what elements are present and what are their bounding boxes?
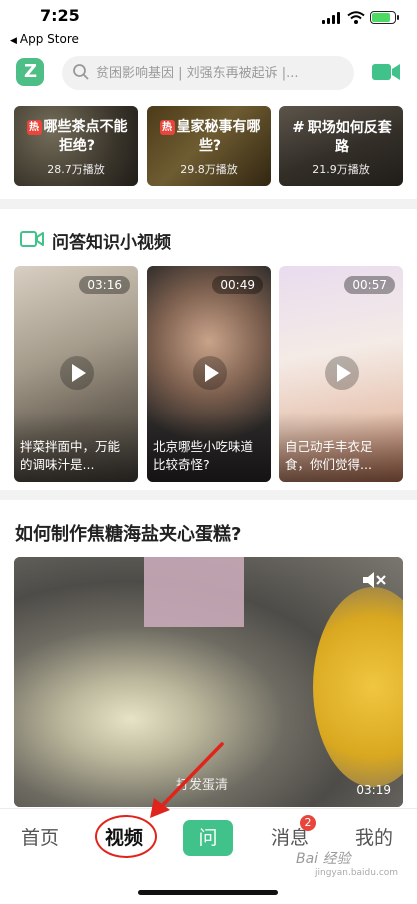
article-title[interactable]: 如何制作焦糖海盐夹心蛋糕? (15, 520, 241, 546)
video-duration: 03:19 (356, 783, 391, 797)
hot-topic-text: 职场如何反套路 (307, 120, 392, 155)
play-count: 28.7万播放 (47, 163, 105, 176)
annotation-arrow-icon (150, 742, 224, 818)
hashtag-icon: # (292, 118, 305, 136)
hot-topic-title: 热哪些茶点不能拒绝? (22, 118, 132, 156)
play-count: 21.9万播放 (312, 163, 370, 176)
video-camera-outline-icon (20, 231, 44, 247)
tab-me[interactable]: 我的 (355, 823, 393, 850)
hot-topic-card[interactable]: 热皇家秘事有哪些? 29.8万播放 (147, 106, 271, 186)
mute-icon[interactable] (361, 569, 387, 591)
short-video-card[interactable]: 00:49 北京哪些小吃味道比较奇怪? (147, 266, 271, 482)
play-icon[interactable] (60, 356, 94, 390)
hot-topic-title: # 职场如何反套路 (287, 118, 397, 157)
tab-home[interactable]: 首页 (21, 823, 59, 850)
back-app-label: App Store (19, 32, 79, 46)
video-duration: 00:49 (212, 276, 263, 294)
hot-badge: 热 (159, 120, 175, 135)
video-duration: 03:16 (79, 276, 130, 294)
signal-icon (322, 12, 342, 24)
back-triangle-icon: ◀ (10, 36, 17, 46)
hot-badge: 热 (26, 120, 42, 135)
search-icon (73, 64, 89, 80)
section-title: 问答知识小视频 (52, 233, 171, 253)
battery-icon (370, 11, 399, 24)
video-caption: 拌菜拌面中，万能的调味汁是... (20, 439, 121, 472)
hot-topic-card[interactable]: 热哪些茶点不能拒绝? 28.7万播放 (14, 106, 138, 186)
short-video-card[interactable]: 03:16 拌菜拌面中，万能的调味汁是... (14, 266, 138, 482)
play-icon[interactable] (193, 356, 227, 390)
search-input[interactable] (96, 56, 346, 90)
hot-topic-title: 热皇家秘事有哪些? (155, 118, 265, 156)
video-duration: 00:57 (344, 276, 395, 294)
hot-topic-text: 哪些茶点不能拒绝? (43, 119, 128, 154)
play-count: 29.8万播放 (180, 163, 238, 176)
tab-ask[interactable]: 问 (183, 820, 233, 856)
section-divider (0, 199, 417, 209)
home-indicator[interactable] (138, 890, 278, 895)
video-camera-icon[interactable] (371, 61, 401, 83)
video-caption: 北京哪些小吃味道比较奇怪? (153, 439, 254, 472)
search-bar[interactable] (62, 56, 354, 90)
status-bar: 7:25 ◀ App Store (0, 0, 417, 52)
short-video-row: 03:16 拌菜拌面中，万能的调味汁是... 00:49 北京哪些小吃味道比较奇… (14, 266, 417, 482)
play-icon[interactable] (325, 356, 359, 390)
hot-topic-text: 皇家秘事有哪些? (176, 119, 261, 154)
wifi-icon (347, 11, 365, 24)
section-divider (0, 490, 417, 500)
watermark: Bai 经验 (296, 851, 351, 867)
status-time: 7:25 (40, 6, 80, 25)
back-to-app-store[interactable]: ◀ App Store (10, 32, 79, 46)
watermark-url: jingyan.baidu.com (315, 868, 399, 878)
hot-topic-card[interactable]: # 职场如何反套路 21.9万播放 (279, 106, 403, 186)
video-caption: 自己动手丰衣足食，你们觉得... (285, 439, 373, 472)
hot-topics-row: 热哪些茶点不能拒绝? 28.7万播放 热皇家秘事有哪些? 29.8万播放 # 职场… (14, 106, 404, 186)
messages-badge: 2 (300, 815, 316, 831)
short-video-card[interactable]: 00:57 自己动手丰衣足食，你们觉得... (279, 266, 403, 482)
app-logo[interactable]: Z (16, 58, 44, 86)
